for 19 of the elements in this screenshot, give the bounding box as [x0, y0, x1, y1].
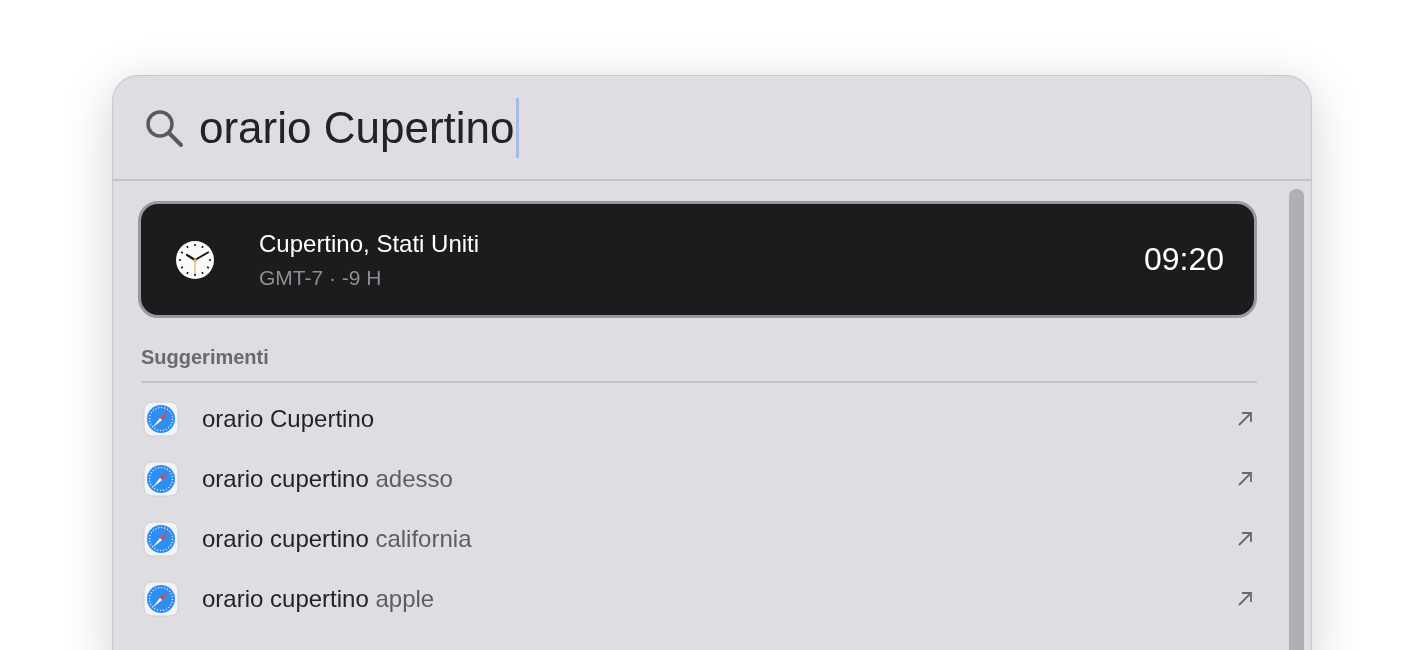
arrow-icon	[1236, 530, 1254, 548]
timezone-offset: GMT-7 · -9 H	[259, 265, 383, 290]
suggestion-item[interactable]: orario cupertino california	[138, 509, 1257, 569]
arrow-icon	[1236, 470, 1254, 488]
suggestion-item[interactable]: orario cupertino adesso	[138, 449, 1257, 509]
search-field[interactable]: orario Cupertino	[199, 97, 519, 158]
compass-icon	[143, 401, 179, 437]
compass-icon	[143, 581, 179, 617]
suggestion-item[interactable]: orario Cupertino	[138, 389, 1257, 449]
arrow-icon	[1236, 590, 1254, 608]
suggestion-item[interactable]: orario cupertino apple	[138, 569, 1257, 629]
scrollbar[interactable]	[1289, 189, 1304, 650]
compass-icon	[143, 521, 179, 557]
section-heading: Suggerimenti	[141, 346, 270, 369]
city-title: Cupertino, Stati Uniti	[259, 229, 481, 258]
local-time: 09:20	[1143, 241, 1224, 278]
compass-icon	[143, 461, 179, 497]
arrow-icon	[1236, 410, 1254, 428]
time-result-card[interactable]: Cupertino, Stati Uniti GMT-7 · -9 H 09:20	[138, 201, 1257, 318]
